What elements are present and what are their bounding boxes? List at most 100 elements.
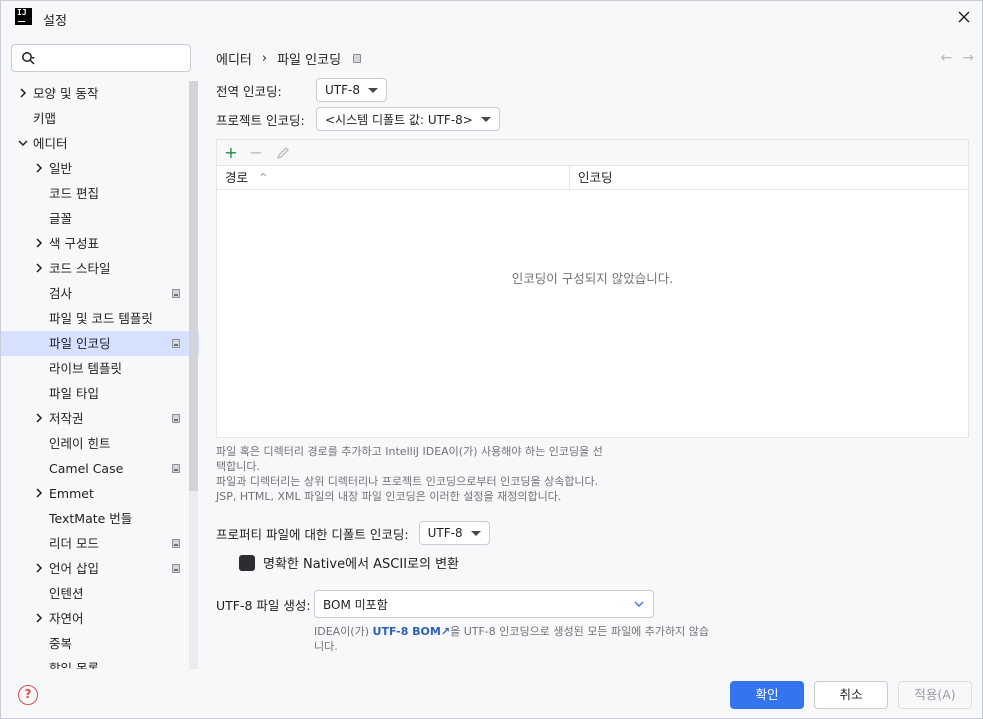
global-encoding-label: 전역 인코딩: xyxy=(216,83,282,99)
column-encoding-label: 인코딩 xyxy=(578,170,613,185)
chevron-right-icon[interactable] xyxy=(33,562,45,574)
sidebar-item[interactable]: 코드 편집 xyxy=(1,181,199,206)
sidebar-item[interactable]: 에디터 xyxy=(1,131,199,156)
bom-value: BOM 미포함 xyxy=(323,597,388,612)
project-encoding-select[interactable]: <시스템 디폴트 값: UTF-8> xyxy=(316,107,500,131)
sidebar-item[interactable]: 검사 xyxy=(1,281,199,306)
sidebar-item-label: 자연어 xyxy=(49,611,84,626)
chevron-right-icon[interactable] xyxy=(33,237,45,249)
project-encoding-row: 프로젝트 인코딩: <시스템 디폴트 값: UTF-8> xyxy=(216,107,500,131)
hint-line: 파일 혹은 디렉터리 경로를 추가하고 IntelliJ IDEA이(가) 사용… xyxy=(216,445,603,458)
sidebar-item[interactable]: 글꼴 xyxy=(1,206,199,231)
sidebar-item-label: TextMate 번들 xyxy=(49,511,133,526)
sidebar-item[interactable]: 언어 삽입 xyxy=(1,556,199,581)
table-empty-text: 인코딩이 구성되지 않았습니다. xyxy=(511,271,674,286)
sidebar-item[interactable]: 파일 인코딩 xyxy=(1,331,199,356)
sidebar-item[interactable]: 키맵 xyxy=(1,106,199,131)
sidebar-item-label: 파일 및 코드 템플릿 xyxy=(49,311,153,326)
sidebar-item-label: 중복 xyxy=(49,636,73,651)
sidebar-item[interactable]: 저작권 xyxy=(1,406,199,431)
breadcrumb-parent[interactable]: 에디터 xyxy=(216,49,252,68)
sidebar-item[interactable]: 파일 타입 xyxy=(1,381,199,406)
sidebar-item[interactable]: 인레이 힌트 xyxy=(1,431,199,456)
sidebar-item[interactable]: 파일 및 코드 템플릿 xyxy=(1,306,199,331)
back-arrow-icon[interactable]: ← xyxy=(941,50,953,66)
sidebar-item-label: 할일 목록 xyxy=(49,661,99,669)
sidebar-item-label: 검사 xyxy=(49,286,73,301)
scrollbar-thumb[interactable] xyxy=(189,81,198,491)
properties-encoding-value: UTF-8 xyxy=(427,526,463,540)
project-scope-icon xyxy=(172,564,180,573)
sidebar-item[interactable]: 자연어 xyxy=(1,606,199,631)
settings-tree: 모양 및 동작키맵에디터 일반 코드 편집 글꼴 색 구성표 코드 스타일검사파일 및 코… xyxy=(1,81,199,669)
external-link-icon[interactable]: ↗ xyxy=(441,625,450,638)
sidebar-item[interactable]: 모양 및 동작 xyxy=(1,81,199,106)
nav-arrows: ← → xyxy=(941,50,974,66)
sidebar-item-label: 저작권 xyxy=(49,411,84,426)
sidebar-item[interactable]: Camel Case xyxy=(1,456,199,481)
native-ascii-row: 명확한 Native에서 ASCII로의 변환 xyxy=(239,553,459,572)
sidebar-item[interactable]: Emmet xyxy=(1,481,199,506)
project-scope-icon xyxy=(172,464,180,473)
sort-asc-icon: ⌃ xyxy=(258,170,269,185)
bom-select[interactable]: BOM 미포함 xyxy=(314,590,654,618)
column-header-path[interactable]: 경로 ⌃ xyxy=(217,166,570,190)
project-encoding-label: 프로젝트 인코딩: xyxy=(216,112,305,128)
sidebar-item-label: 키맵 xyxy=(33,111,57,126)
breadcrumb: 에디터 › 파일 인코딩 xyxy=(216,49,362,68)
settings-window: IJ 설정 모양 및 동작 키맵 에디터 일반 코드 편집 글꼴 색 구성표 코드 스타일 검사… xyxy=(0,0,983,719)
bom-info-text: 을 UTF-8 인코딩으로 생성된 모든 파일에 추가하지 않습 xyxy=(450,625,710,638)
chevron-right-icon[interactable] xyxy=(33,262,45,274)
project-scope-icon xyxy=(172,414,180,423)
chevron-right-icon: › xyxy=(261,51,268,66)
bom-info-text: 니다. xyxy=(314,640,338,653)
project-scope-icon xyxy=(172,339,180,348)
search-input[interactable] xyxy=(11,44,191,72)
utf8-bom-link[interactable]: UTF-8 BOM xyxy=(373,625,441,638)
sidebar-item[interactable]: 리더 모드 xyxy=(1,531,199,556)
title-bar: IJ 설정 xyxy=(1,1,982,34)
properties-encoding-label: 프로퍼티 파일에 대한 디폴트 인코딩: xyxy=(216,526,409,542)
dropdown-arrow-icon xyxy=(480,116,491,122)
help-icon[interactable]: ? xyxy=(18,685,38,705)
chevron-down-icon[interactable] xyxy=(17,137,29,149)
sidebar-item-label: 라이브 템플릿 xyxy=(49,361,122,376)
sidebar-item[interactable]: 일반 xyxy=(1,156,199,181)
chevron-right-icon[interactable] xyxy=(33,487,45,499)
chevron-right-icon[interactable] xyxy=(33,162,45,174)
cancel-button[interactable]: 취소 xyxy=(814,681,888,709)
sidebar-item[interactable]: 색 구성표 xyxy=(1,231,199,256)
forward-arrow-icon[interactable]: → xyxy=(962,50,974,66)
settings-sidebar: 모양 및 동작키맵에디터 일반 코드 편집 글꼴 색 구성표 코드 스타일검사파일 및 코… xyxy=(1,34,199,669)
close-icon[interactable] xyxy=(954,7,974,27)
remove-icon[interactable]: − xyxy=(246,143,266,163)
sidebar-item[interactable]: 코드 스타일 xyxy=(1,256,199,281)
sidebar-item[interactable]: TextMate 번들 xyxy=(1,506,199,531)
chevron-right-icon[interactable] xyxy=(33,612,45,624)
sidebar-item-label: 리더 모드 xyxy=(49,536,99,551)
chevron-right-icon[interactable] xyxy=(33,412,45,424)
dropdown-arrow-icon xyxy=(367,87,378,93)
encoding-table: + − 경로 ⌃ 인코딩 인코딩이 구성되지 않았습니다. xyxy=(216,139,969,438)
apply-button[interactable]: 적용(A) xyxy=(898,681,972,709)
bom-label: UTF-8 파일 생성: xyxy=(216,597,311,613)
chevron-right-icon[interactable] xyxy=(17,87,29,99)
edit-icon[interactable] xyxy=(273,143,293,163)
sidebar-item[interactable]: 중복 xyxy=(1,631,199,656)
table-toolbar: + − xyxy=(217,140,968,166)
add-icon[interactable]: + xyxy=(221,143,241,163)
native-ascii-label[interactable]: 명확한 Native에서 ASCII로의 변환 xyxy=(263,553,459,572)
sidebar-item[interactable]: 인텐션 xyxy=(1,581,199,606)
settings-content: 에디터 › 파일 인코딩 ← → 전역 인코딩: UTF-8 프로젝트 인코딩:… xyxy=(199,34,982,669)
sidebar-item[interactable]: 라이브 템플릿 xyxy=(1,356,199,381)
sidebar-item-label: 파일 타입 xyxy=(49,386,99,401)
ok-button[interactable]: 확인 xyxy=(730,681,804,709)
sidebar-item[interactable]: 할일 목록 xyxy=(1,656,199,669)
global-encoding-select[interactable]: UTF-8 xyxy=(316,78,387,102)
native-ascii-checkbox[interactable] xyxy=(239,554,255,571)
sidebar-scrollbar[interactable] xyxy=(189,81,198,669)
bom-info-text: IDEA이(가) xyxy=(314,625,370,638)
sidebar-item-label: 파일 인코딩 xyxy=(49,336,111,351)
column-header-encoding[interactable]: 인코딩 xyxy=(570,166,968,190)
properties-encoding-select[interactable]: UTF-8 xyxy=(418,521,490,545)
